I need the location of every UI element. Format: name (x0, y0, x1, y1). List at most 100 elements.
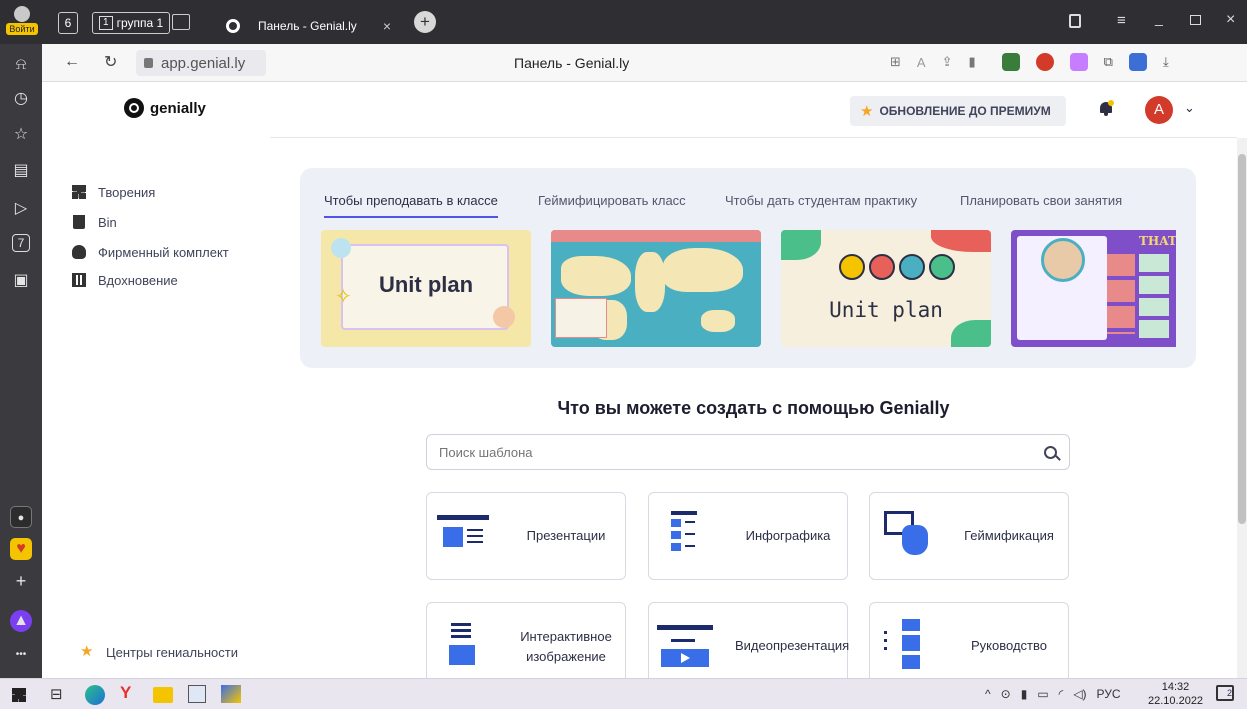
template-search-field[interactable] (426, 434, 1070, 470)
scrollbar-thumb[interactable] (1238, 154, 1246, 524)
search-icon[interactable] (1044, 445, 1061, 461)
history-icon[interactable]: ◷ (10, 88, 32, 110)
tab-group-button[interactable]: 1 группа 1 (92, 12, 171, 34)
genially-logo[interactable]: genially (124, 98, 206, 118)
logo-text: genially (150, 99, 206, 117)
chevron-down-icon[interactable]: ⌄ (1184, 100, 1195, 116)
ext-red-icon[interactable] (1035, 53, 1054, 71)
hamburger-icon[interactable]: ≡ (1117, 12, 1126, 29)
create-card-infographic[interactable]: Инфографика (648, 492, 848, 580)
language-indicator[interactable]: РУС (1097, 687, 1121, 701)
close-window-icon[interactable]: × (1226, 11, 1235, 29)
extension-icons: ⊞ A ⇪ ▮ ⧉ ⤓ (890, 53, 1169, 71)
sidebar-item-creations[interactable]: Творения (72, 180, 155, 204)
minimize-icon[interactable]: _ (1155, 10, 1163, 26)
reload-icon[interactable]: ↻ (104, 52, 117, 72)
clock[interactable]: 14:32 22.10.2022 (1148, 680, 1203, 708)
clock-date: 22.10.2022 (1148, 695, 1204, 707)
restore-icon[interactable] (1190, 15, 1201, 25)
new-tab-button[interactable]: + (414, 11, 436, 33)
create-card-video-presentation[interactable]: Видеопрезентация (648, 602, 849, 678)
inspiration-icon (72, 273, 86, 287)
ext-blue-icon[interactable] (1128, 53, 1147, 71)
template-thumb-world-map[interactable] (551, 230, 761, 347)
chevron-up-icon[interactable]: ^ (985, 687, 991, 701)
tab-plan-lessons[interactable]: Планировать свои занятия (960, 193, 1122, 208)
create-card-gamification[interactable]: Геймификация (869, 492, 1069, 580)
active-tab-title: Панель - Genial.ly (258, 19, 357, 33)
bell-icon[interactable]: ⍾ (10, 54, 32, 76)
tab-teach-in-class[interactable]: Чтобы преподавать в классе (324, 193, 498, 218)
bookmarks-star-icon[interactable]: ☆ (10, 124, 32, 146)
card-label: Презентации (526, 528, 606, 543)
tab-count-button[interactable]: 6 (58, 12, 78, 34)
create-card-presentation[interactable]: Презентации (426, 492, 626, 580)
downloads-icon[interactable]: ⤓ (1163, 54, 1169, 70)
screenshot-icon[interactable]: ▣ (10, 270, 32, 292)
template-thumb-unit-plan-2[interactable]: Unit plan (781, 230, 991, 347)
translate-icon[interactable]: ⊞ (890, 54, 901, 70)
play-icon[interactable]: ▷ (10, 198, 32, 220)
url-field[interactable]: app.genial.ly (136, 50, 266, 76)
page-scrollbar[interactable] (1237, 138, 1247, 678)
network-icon[interactable]: ⊙ (1001, 687, 1011, 701)
upgrade-premium-button[interactable]: ★ ОБНОВЛЕНИЕ ДО ПРЕМИУМ (850, 96, 1066, 126)
edge-icon[interactable] (85, 685, 105, 705)
tabs-menu-icon[interactable] (1069, 14, 1081, 28)
sidebar-item-brand-kit[interactable]: Фирменный комплект (72, 240, 229, 264)
search-input[interactable] (439, 444, 1044, 460)
login-label: Войти (6, 23, 38, 35)
new-group-icon[interactable] (172, 14, 190, 30)
app-sidebar: genially Творения Bin Фирменный комплект… (42, 82, 270, 678)
active-tab[interactable]: Панель - Genial.ly × (210, 8, 400, 44)
alice-assistant-icon[interactable]: ▲ (10, 610, 32, 632)
tab-gamify-class[interactable]: Геймифицировать класс (538, 193, 686, 208)
battery-icon[interactable]: ▭ (1037, 687, 1048, 701)
windows-start-icon[interactable] (12, 688, 26, 702)
wifi-icon[interactable]: ◜ (1059, 687, 1064, 701)
login-button[interactable]: Войти (6, 4, 38, 40)
file-explorer-icon[interactable] (153, 687, 173, 703)
ext-puzzle-icon[interactable]: ⧉ (1104, 54, 1113, 70)
guide-icon (884, 619, 924, 673)
share-icon[interactable]: ⇪ (942, 54, 953, 70)
tab-student-practice[interactable]: Чтобы дать студентам практику (725, 193, 917, 208)
sidebar-item-genius-centers[interactable]: ★ Центры гениальности (80, 640, 238, 664)
card-label: Интерактивное изображение (520, 629, 612, 664)
word-icon[interactable] (188, 685, 206, 703)
collections-icon[interactable]: ▤ (10, 160, 32, 182)
paint-icon[interactable] (221, 685, 241, 703)
notifications-bell-icon[interactable] (1099, 100, 1114, 116)
sidebar-item-bin[interactable]: Bin (72, 210, 117, 234)
presentation-icon (437, 515, 489, 551)
add-app-icon[interactable]: + (10, 570, 32, 592)
volume-icon[interactable]: ◁) (1073, 687, 1086, 701)
mic-icon[interactable]: ▮ (1021, 687, 1028, 701)
bookmark-icon[interactable]: ▮ (968, 54, 975, 70)
notifications-center-icon[interactable]: 2 (1216, 685, 1234, 701)
template-thumb-unit-plan-1[interactable]: Unit plan ✧ (321, 230, 531, 347)
back-icon[interactable]: ← (64, 53, 80, 71)
reader-icon[interactable]: A (917, 55, 926, 70)
sidebar-item-inspiration[interactable]: Вдохновение (72, 268, 178, 292)
yandex-browser-icon[interactable]: Y (120, 683, 131, 703)
calendar-icon[interactable]: 7 (12, 234, 30, 252)
sparkle-icon: ✧ (335, 286, 352, 308)
task-view-icon[interactable]: ⊟ (50, 685, 63, 703)
close-tab-icon[interactable]: × (383, 18, 391, 34)
create-card-interactive-image[interactable]: Интерактивное изображение (426, 602, 626, 678)
template-thumb-profile[interactable]: THAT (1011, 230, 1176, 347)
app-icon-1[interactable]: ● (10, 506, 32, 528)
more-icon[interactable]: ••• (10, 644, 32, 666)
bulb-icon (493, 306, 515, 328)
gamification-icon (884, 511, 934, 561)
avatar[interactable]: A (1145, 96, 1173, 124)
ext-green-icon[interactable] (1001, 53, 1020, 71)
star-icon: ★ (80, 643, 94, 660)
app-icon-2[interactable]: ♥ (10, 538, 32, 560)
create-card-guide[interactable]: Руководство (869, 602, 1069, 678)
main-content: Чтобы преподавать в классе Геймифицирова… (270, 138, 1237, 678)
genially-favicon (226, 19, 240, 33)
clock-time: 14:32 (1161, 681, 1190, 693)
ext-colorful-icon[interactable] (1069, 53, 1088, 71)
